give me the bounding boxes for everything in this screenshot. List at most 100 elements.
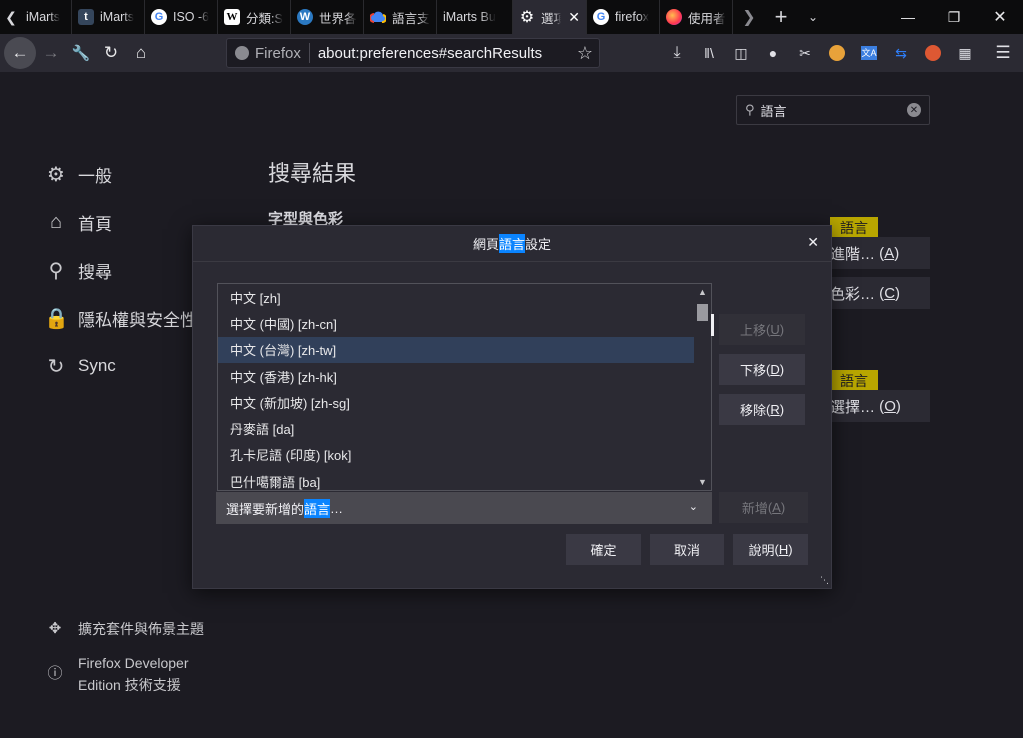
gear-icon: ⚙: [47, 163, 65, 186]
extension-face-icon[interactable]: [821, 38, 853, 68]
button-accesskey: A: [772, 500, 781, 515]
tab-label: iMarts Bu: [443, 10, 496, 24]
tab[interactable]: t iMarts: [72, 0, 145, 34]
add-button[interactable]: 新增 (A): [719, 492, 808, 523]
sidebar-item-home[interactable]: ⌂ 首頁: [44, 198, 197, 246]
sidebar-item-label: 一般: [78, 166, 112, 186]
firefox-icon: [235, 46, 249, 60]
tab[interactable]: G firefox: [587, 0, 660, 34]
tab[interactable]: iMarts Bu: [437, 0, 513, 34]
scroll-up-icon[interactable]: ▲: [694, 284, 711, 300]
addons-link[interactable]: ✥ 擴充套件與佈景主題: [46, 618, 204, 640]
preferences-search-input[interactable]: ⚲ 語言 ✕: [736, 95, 930, 125]
category-sidebar: ⚙ 一般 ⌂ 首頁 ⚲ 搜尋 🔒 隱私權與安全性 ↻ Sync: [44, 150, 197, 390]
screenshot-icon[interactable]: ✂: [789, 38, 821, 68]
button-accesskey: A: [884, 244, 895, 262]
home-icon[interactable]: ⌂: [126, 38, 156, 68]
move-down-button[interactable]: 下移 (D): [719, 354, 805, 385]
move-up-button[interactable]: 上移 (U): [719, 314, 805, 345]
search-highlight-badge: 語言: [830, 217, 878, 244]
sync-tabs-icon[interactable]: ⇆: [885, 38, 917, 68]
google-cloud-icon: [370, 9, 386, 25]
close-icon[interactable]: ✕: [807, 234, 819, 251]
tab-active[interactable]: ⚙ 選項 ✕: [513, 0, 587, 34]
list-item[interactable]: 中文 (中國) [zh-cn]: [218, 310, 711, 336]
tab[interactable]: 語言支: [364, 0, 437, 34]
list-item-selected[interactable]: 中文 (台灣) [zh-tw]: [218, 336, 694, 363]
tab[interactable]: 使用者: [660, 0, 733, 34]
navigation-toolbar: ← → 🔧 ↻ ⌂ Firefox about:preferences#sear…: [0, 34, 1023, 72]
remove-button[interactable]: 移除 (R): [719, 394, 805, 425]
sidebar-item-label: 隱私權與安全性: [78, 310, 197, 330]
url-text[interactable]: about:preferences#searchResults: [310, 45, 577, 62]
reload-icon[interactable]: ↻: [96, 38, 126, 68]
select-text-pre: 選擇要新增的: [226, 501, 305, 517]
scrollbar-thumb[interactable]: [697, 304, 708, 321]
new-tab-icon[interactable]: +: [765, 0, 797, 34]
tab-strip: ❮ iMarts t iMarts G ISO -6 W 分類:S W 世界各 …: [0, 0, 1023, 34]
identity-box[interactable]: Firefox: [227, 43, 310, 63]
help-button[interactable]: 說明 (H): [733, 534, 808, 565]
menu-icon[interactable]: ☰: [987, 38, 1019, 68]
clear-search-icon[interactable]: ✕: [907, 103, 921, 117]
translate-icon[interactable]: 文A: [853, 38, 885, 68]
url-bar[interactable]: Firefox about:preferences#searchResults …: [226, 38, 600, 68]
cancel-button[interactable]: 取消: [650, 534, 724, 565]
button-text: 說明: [748, 543, 775, 558]
list-all-tabs-icon[interactable]: ⌄: [797, 0, 829, 34]
sidebar-item-search[interactable]: ⚲ 搜尋: [44, 246, 197, 294]
list-item[interactable]: 中文 [zh]: [218, 284, 711, 310]
back-button[interactable]: ←: [4, 37, 36, 69]
sidebar-item-sync[interactable]: ↻ Sync: [44, 342, 197, 390]
scroll-tabs-left-button[interactable]: ❮: [0, 0, 22, 34]
close-window-icon[interactable]: ✕: [977, 0, 1023, 34]
button-accesskey: C: [884, 284, 896, 302]
tab-label: firefox: [615, 10, 650, 24]
forward-button[interactable]: →: [36, 38, 66, 68]
account-icon[interactable]: ●: [757, 38, 789, 68]
identity-label: Firefox: [255, 44, 301, 62]
tab[interactable]: W 世界各: [291, 0, 364, 34]
select-text-post: …: [330, 500, 344, 516]
tumblr-icon: t: [78, 9, 94, 25]
tab[interactable]: W 分類:S: [218, 0, 291, 34]
close-tab-icon[interactable]: ✕: [568, 9, 580, 26]
list-item[interactable]: 中文 (香港) [zh-hk]: [218, 363, 711, 389]
firefox-icon: [666, 9, 682, 25]
sidebar-item-general[interactable]: ⚙ 一般: [44, 150, 197, 198]
minimize-icon[interactable]: —: [885, 0, 931, 34]
resize-grip-icon[interactable]: ⋱: [820, 575, 829, 586]
tab[interactable]: G ISO -6: [145, 0, 218, 34]
scroll-down-icon[interactable]: ▼: [694, 474, 711, 490]
list-item[interactable]: 丹麥語 [da]: [218, 415, 711, 441]
list-item[interactable]: 中文 (新加坡) [zh-sg]: [218, 389, 711, 415]
downloads-icon[interactable]: ⤓: [661, 38, 693, 68]
tab[interactable]: iMarts: [22, 0, 72, 34]
sidebar-item-privacy[interactable]: 🔒 隱私權與安全性: [44, 294, 197, 342]
support-link[interactable]: ⓘ Firefox Developer Edition 技術支援: [46, 652, 204, 696]
library-icon[interactable]: ‖\: [693, 38, 725, 68]
support-label-line2: Edition 技術支援: [78, 677, 181, 693]
duckduckgo-icon[interactable]: [917, 38, 949, 68]
button-text: 上移: [739, 323, 766, 338]
list-item[interactable]: 孔卡尼語 (印度) [kok]: [218, 442, 711, 468]
lock-icon: 🔒: [44, 307, 69, 330]
scrollbar[interactable]: ▲ ▼: [694, 284, 711, 490]
help-icon: ⓘ: [47, 665, 63, 682]
scroll-tabs-right-button[interactable]: ❯: [733, 0, 765, 34]
restore-icon[interactable]: ❐: [931, 0, 977, 34]
support-label: Firefox Developer Edition 技術支援: [78, 652, 189, 696]
sidebar-item-label: 搜尋: [78, 262, 112, 282]
language-list[interactable]: 中文 [zh] 中文 (中國) [zh-cn] 中文 (台灣) [zh-tw] …: [217, 283, 712, 491]
customize-wrench-icon[interactable]: 🔧: [66, 38, 96, 68]
bookmark-star-icon[interactable]: ☆: [577, 43, 599, 64]
sidebar-item-label: Sync: [78, 356, 116, 375]
sidebar-icon[interactable]: ◫: [725, 38, 757, 68]
button-accesskey: U: [770, 322, 780, 337]
ok-button[interactable]: 確定: [566, 534, 641, 565]
list-item[interactable]: 巴什噶爾語 [ba]: [218, 468, 711, 490]
button-accesskey: D: [770, 362, 780, 377]
search-icon: ⚲: [745, 102, 755, 117]
qr-code-icon[interactable]: ▦: [949, 38, 981, 68]
add-language-select[interactable]: 選擇要新增的 語言… ⌄: [216, 492, 712, 524]
